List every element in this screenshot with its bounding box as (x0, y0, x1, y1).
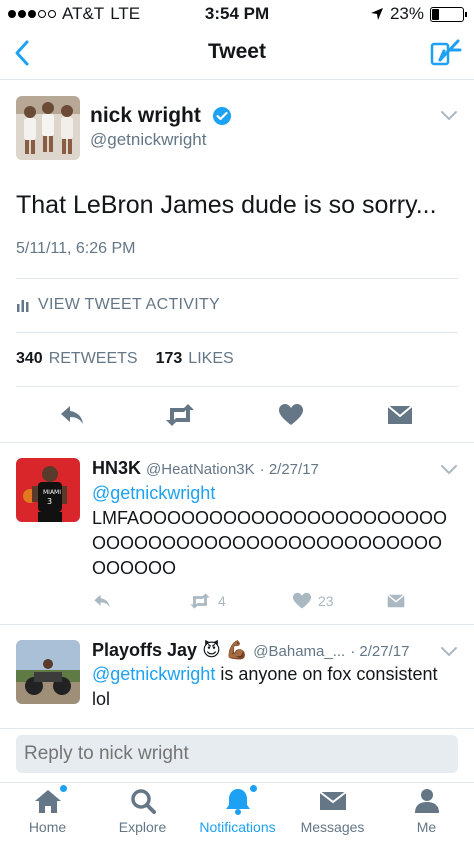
mention-link[interactable]: @getnickwright (92, 664, 215, 684)
direct-message-icon[interactable] (386, 402, 414, 428)
divider (16, 278, 458, 279)
home-icon (33, 785, 67, 815)
reply-icon (94, 594, 110, 608)
reply-author-name: HN3K (92, 458, 142, 478)
like-count[interactable]: 173 (156, 350, 183, 368)
tab-messages[interactable]: Messages (285, 787, 380, 835)
tab-explore[interactable]: Explore (95, 787, 190, 835)
retweet-icon[interactable] (164, 402, 196, 428)
svg-text:MIAMI: MIAMI (43, 489, 61, 496)
reply-text: LMFAOOOOOOOOOOOOOOOOOOOOOOOOOOOOOOOOOOOO… (92, 508, 448, 578)
retweet-icon (190, 593, 210, 609)
page-title: Tweet (208, 40, 266, 63)
reply-author[interactable]: Playoffs Jay 😈 💪🏾 @Bahama_... · 2/27/17 (92, 640, 409, 661)
chevron-down-icon[interactable] (440, 646, 458, 658)
reply-author-handle: @HeatNation3K (146, 461, 255, 478)
tab-label: Me (416, 819, 437, 835)
heart-icon (293, 592, 311, 609)
author-handle[interactable]: @getnickwright (90, 130, 206, 150)
reply-input[interactable] (16, 735, 458, 773)
status-bar: AT&T LTE 3:54 PM 23% (0, 0, 474, 28)
envelope-icon (318, 787, 348, 815)
direct-message-icon (387, 594, 405, 608)
tab-label: Home (28, 819, 67, 835)
reply-tweet[interactable]: Playoffs Jay 😈 💪🏾 @Bahama_... · 2/27/17 … (0, 624, 474, 728)
reply-composer (0, 728, 474, 782)
author-name[interactable]: nick wright (90, 104, 201, 128)
divider (16, 332, 458, 333)
reply-body: @getnickwright is anyone on fox consiste… (92, 662, 456, 712)
retweet-label[interactable]: RETWEETS (49, 350, 138, 368)
reply-tweet[interactable]: MIAMI 3 HN3K @HeatNation3K · 2/27/17 @ge… (0, 442, 474, 624)
bell-icon (223, 785, 257, 815)
notification-dot (249, 785, 257, 792)
person-icon (412, 787, 442, 815)
battery-percent: 23% (389, 4, 424, 23)
tab-label: Messages (300, 819, 365, 835)
tab-home[interactable]: Home (0, 785, 95, 835)
tweet-text: That LeBron James dude is so sorry... (16, 191, 437, 219)
svg-text:3: 3 (47, 497, 52, 506)
navigation-bar: Tweet (0, 28, 474, 80)
reply-avatar[interactable]: MIAMI 3 (16, 458, 80, 522)
mention-link[interactable]: @getnickwright (92, 483, 215, 503)
bar-chart-icon (17, 300, 29, 312)
reply-date: · 2/27/17 (259, 461, 319, 478)
like-label[interactable]: LIKES (188, 350, 233, 368)
view-tweet-activity-link[interactable]: VIEW TWEET ACTIVITY (16, 296, 220, 314)
like-count: 23 (318, 593, 334, 609)
tweet-timestamp: 5/11/11, 6:26 PM (16, 240, 136, 257)
reply-body: @getnickwright LMFAOOOOOOOOOOOOOOOOOOOOO… (92, 481, 456, 581)
reply-author-handle: @Bahama_... (253, 643, 346, 660)
compose-tweet-icon[interactable] (430, 38, 462, 68)
reply-author[interactable]: HN3K @HeatNation3K · 2/27/17 (92, 458, 319, 479)
search-icon (128, 787, 158, 815)
heart-icon[interactable] (278, 402, 304, 428)
retweet-count: 4 (218, 593, 226, 609)
retweet-count[interactable]: 340 (16, 350, 43, 368)
battery-icon (430, 6, 467, 22)
tab-me[interactable]: Me (379, 787, 474, 835)
retweet-action[interactable]: 4 (188, 592, 226, 610)
verified-badge-icon (213, 107, 231, 125)
tweet-action-bar (0, 402, 474, 430)
chevron-down-icon[interactable] (440, 464, 458, 476)
chevron-down-icon[interactable] (440, 110, 458, 122)
tab-bar: Home Explore Notifications Messages Me (0, 782, 474, 843)
battery-info: 23% (370, 4, 467, 24)
activity-label: VIEW TWEET ACTIVITY (38, 296, 221, 313)
tab-label: Notifications (199, 819, 276, 835)
tweet-stats: 340 RETWEETS 173 LIKES (16, 350, 234, 368)
reply-author-name: Playoffs Jay (92, 640, 198, 660)
like-action[interactable]: 23 (292, 592, 334, 610)
reply-action[interactable] (92, 592, 112, 610)
author-avatar[interactable] (16, 96, 80, 160)
divider (16, 386, 458, 387)
location-arrow-icon (370, 8, 383, 20)
reply-emoji: 😈 💪🏾 (202, 640, 249, 660)
message-action[interactable] (386, 592, 406, 610)
reply-avatar[interactable] (16, 640, 80, 704)
reply-date: · 2/27/17 (350, 643, 410, 660)
reply-icon[interactable] (58, 402, 86, 428)
tab-label: Explore (118, 819, 167, 835)
tweet-header: nick wright @getnickwright (16, 96, 458, 164)
tab-notifications[interactable]: Notifications (190, 785, 285, 835)
notification-dot (59, 785, 67, 792)
